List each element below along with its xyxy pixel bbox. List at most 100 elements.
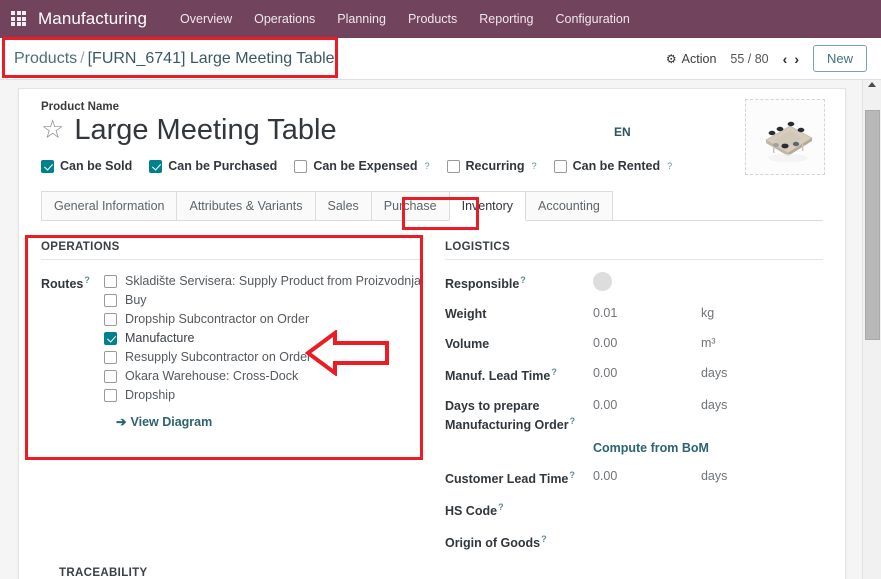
view-diagram-link[interactable]: ➔ View Diagram [116,414,421,430]
days-to-prepare-mo-label: Days to prepare Manufacturing Order? [445,398,593,434]
customer-lead-time-label-text: Customer Lead Time [444,472,569,487]
field-manuf-lead-time: Manuf. Lead Time? 0.00 days [445,366,823,385]
weight-value[interactable]: 0.01 [593,306,701,320]
flag-can-be-sold[interactable]: Can be Sold [41,159,132,173]
route-checkbox[interactable] [104,274,117,288]
help-icon-recurring[interactable]: ? [532,161,537,171]
field-volume: Volume 0.00 m³ [445,336,823,353]
route-checkbox[interactable] [104,312,117,326]
customer-lead-time-label: Customer Lead Time? [445,469,593,488]
product-title-row: ☆ Large Meeting Table [41,115,823,146]
tab-accounting[interactable]: Accounting [525,191,613,221]
tab-inventory[interactable]: Inventory [448,191,527,222]
control-panel: Products / [FURN_6741] Large Meeting Table… [0,38,881,80]
volume-value[interactable]: 0.00 [593,336,701,350]
route-checkbox[interactable] [104,293,117,307]
scroll-up-arrow-icon[interactable] [868,82,876,87]
menu-products[interactable]: Products [397,6,468,32]
customer-lead-time-value[interactable]: 0.00 [593,469,701,483]
help-icon-days-to-prepare-mo[interactable]: ? [570,416,576,426]
menu-operations[interactable]: Operations [243,6,326,32]
new-button[interactable]: New [812,45,867,72]
can-be-rented-checkbox[interactable] [553,159,567,173]
can-be-rented-label: Can be Rented [572,159,661,174]
page-title[interactable]: Large Meeting Table [74,115,336,146]
days-to-prepare-mo-value[interactable]: 0.00 [593,398,701,412]
large-meeting-table-photo [746,100,824,174]
tab-general-information[interactable]: General Information [41,191,178,221]
compute-from-bom-button[interactable]: Compute from BoM [593,441,709,455]
route-label: Manufacture [125,331,195,346]
route-okara-warehouse-cross-dock[interactable]: Okara Warehouse: Cross-Dock [104,369,421,383]
manuf-lead-time-label-text: Manuf. Lead Time [444,369,551,384]
route-label: Skladište Servisera: Supply Product from… [125,274,421,289]
route-checkbox[interactable] [104,388,117,402]
route-checkbox[interactable] [104,331,117,345]
product-image[interactable] [745,99,825,175]
apps-grid-icon[interactable] [11,11,29,27]
help-icon-routes[interactable]: ? [84,275,90,285]
can-be-expensed-checkbox[interactable] [294,159,308,173]
route-manufacture[interactable]: Manufacture [104,331,421,345]
menu-overview[interactable]: Overview [169,6,243,32]
favorite-star-icon[interactable]: ☆ [41,116,64,142]
next-record-icon[interactable]: › [794,52,799,66]
can-be-purchased-checkbox[interactable] [149,159,163,173]
volume-unit: m³ [700,336,716,351]
product-flags-row: Can be Sold Can be Purchased Can be Expe… [41,159,823,173]
flag-can-be-purchased[interactable]: Can be Purchased [149,159,277,173]
help-icon-responsible[interactable]: ? [520,275,526,285]
control-panel-right: ⚙ Action 55 / 80 ‹ › New [666,45,881,72]
flag-can-be-rented[interactable]: Can be Rented ? [553,159,672,174]
tab-attributes-variants[interactable]: Attributes & Variants [176,191,316,221]
product-name-label: Product Name [41,101,119,113]
tab-purchase[interactable]: Purchase [370,191,450,221]
recurring-checkbox[interactable] [446,159,460,173]
help-icon-can-be-expensed[interactable]: ? [425,161,430,171]
action-button[interactable]: ⚙ Action [666,52,717,66]
help-icon-manuf-lead-time[interactable]: ? [551,367,557,377]
help-icon-hs-code[interactable]: ? [498,502,504,512]
can-be-sold-checkbox[interactable] [41,159,54,173]
route-dropship[interactable]: Dropship [104,388,421,402]
breadcrumb-separator: / [80,49,85,67]
tab-sales[interactable]: Sales [314,191,372,221]
route-buy[interactable]: Buy [104,293,421,307]
route-label: Resupply Subcontractor on Order [125,350,312,365]
route-resupply-subcontractor-on-order[interactable]: Resupply Subcontractor on Order [104,350,421,364]
logistics-group-title: LOGISTICS [444,241,823,261]
route-skladiste-servisera[interactable]: Skladište Servisera: Supply Product from… [104,274,421,288]
origin-of-goods-label-text: Origin of Goods [444,536,541,551]
routes-label: Routes? [41,274,104,429]
breadcrumb-parent[interactable]: Products [14,50,77,67]
weight-label: Weight [444,307,487,322]
odoo-manufacturing-product-form: Manufacturing Overview Operations Planni… [0,0,881,579]
operations-group-title: OPERATIONS [41,241,421,261]
inventory-tab-panel: OPERATIONS Routes? Skladište Servisera: … [41,241,823,565]
menu-reporting[interactable]: Reporting [468,6,544,32]
field-weight: Weight 0.01 kg [445,306,823,323]
manuf-lead-time-value[interactable]: 0.00 [593,366,701,380]
menu-configuration[interactable]: Configuration [544,6,640,32]
app-brand-label[interactable]: Manufacturing [38,9,147,29]
route-checkbox[interactable] [104,369,117,383]
language-badge[interactable]: EN [614,125,631,139]
flag-recurring[interactable]: Recurring ? [446,159,537,173]
route-checkbox[interactable] [104,350,117,364]
flag-can-be-expensed[interactable]: Can be Expensed ? [294,159,430,173]
vertical-scrollbar[interactable] [862,80,881,579]
scrollbar-thumb[interactable] [865,110,880,340]
operations-group: OPERATIONS Routes? Skladište Servisera: … [41,241,421,565]
help-icon-origin-of-goods[interactable]: ? [541,534,547,544]
route-dropship-subcontractor-on-order[interactable]: Dropship Subcontractor on Order [104,312,421,326]
help-icon-customer-lead-time[interactable]: ? [569,470,575,480]
breadcrumb-current: [FURN_6741] Large Meeting Table [87,49,335,67]
help-icon-can-be-rented[interactable]: ? [667,161,672,171]
routes-list: Skladište Servisera: Supply Product from… [104,274,421,429]
responsible-value[interactable] [592,272,701,292]
previous-record-icon[interactable]: ‹ [783,52,788,66]
menu-planning[interactable]: Planning [326,6,397,32]
days-to-prepare-mo-unit: days [700,398,728,413]
origin-of-goods-label: Origin of Goods? [445,533,593,552]
manuf-lead-time-unit: days [700,366,728,381]
